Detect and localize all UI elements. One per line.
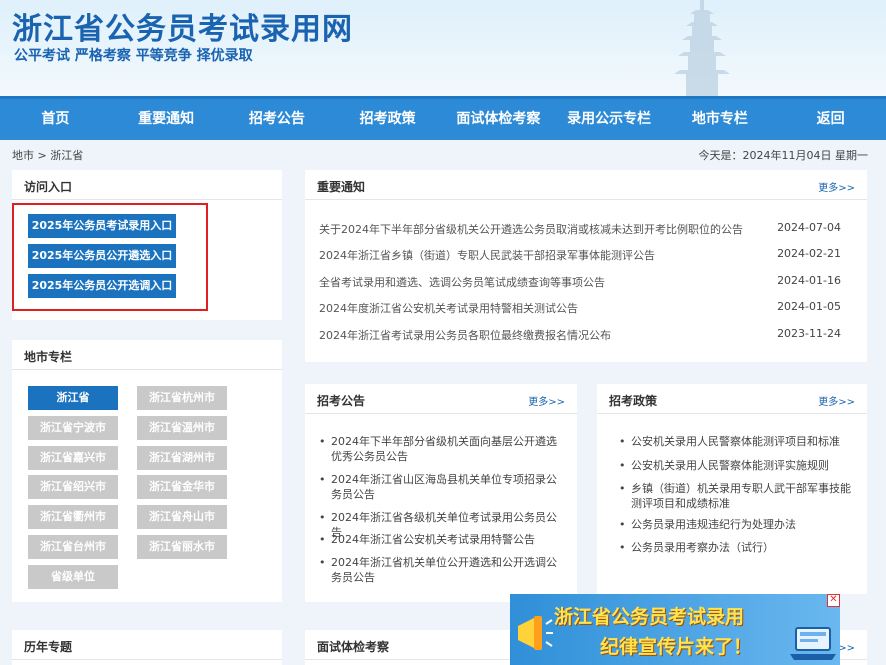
city-btn-zhoushan[interactable]: 浙江省舟山市 bbox=[137, 505, 227, 529]
nav-home[interactable]: 首页 bbox=[0, 99, 111, 140]
site-slogan: 公平考试 严格考察 平等竞争 择优录取 bbox=[14, 48, 253, 64]
notice-row[interactable]: 2024年度浙江省公安机关考试录用特警相关测试公告 2024-01-05 bbox=[319, 300, 841, 316]
notice-row-text: 全省考试录用和遴选、选调公务员笔试成绩查询等事项公告 bbox=[319, 276, 605, 289]
close-icon[interactable]: ✕ bbox=[827, 594, 840, 607]
notice-row[interactable]: 2024年浙江省考试录用公务员各职位最终缴费报名情况公布 2023-11-24 bbox=[319, 327, 841, 343]
policy-panel-title: 招考政策 bbox=[609, 394, 658, 408]
policy-list-item[interactable]: 公务员录用违规违纪行为处理办法 bbox=[619, 517, 859, 532]
notice-panel-title: 重要通知 bbox=[317, 180, 366, 194]
exam-list-item[interactable]: 2024年下半年部分省级机关面向基层公开遴选优秀公务员公告 bbox=[319, 434, 565, 464]
nav-publicity[interactable]: 录用公示专栏 bbox=[554, 99, 665, 140]
access-panel-head: 访问入口 bbox=[12, 170, 282, 200]
laptop-icon bbox=[790, 627, 836, 660]
site-header: 浙江省公务员考试录用网 公平考试 严格考察 平等竞争 择优录取 bbox=[0, 0, 886, 96]
notice-row-date: 2024-07-04 bbox=[777, 221, 841, 234]
nav-notice[interactable]: 重要通知 bbox=[111, 99, 222, 140]
promo-line1: 浙江省公务员考试录用 bbox=[554, 606, 745, 628]
notice-panel: 重要通知 更多>> 关于2024年下半年部分省级机关公开遴选公务员取消或核减未达… bbox=[305, 170, 867, 362]
city-panel-head: 地市专栏 bbox=[12, 340, 282, 370]
city-btn-jiaxing[interactable]: 浙江省嘉兴市 bbox=[28, 446, 118, 470]
access-panel-title: 访问入口 bbox=[24, 180, 73, 194]
nav-exam-announcement[interactable]: 招考公告 bbox=[222, 99, 333, 140]
policy-list-item[interactable]: 公安机关录用人民警察体能测评实施规则 bbox=[619, 458, 859, 473]
breadcrumb: 地市 > 浙江省 bbox=[12, 149, 84, 162]
exam-list-item[interactable]: 2024年浙江省山区海岛县机关单位专项招录公务员公告 bbox=[319, 472, 565, 502]
policy-panel-head: 招考政策 更多>> bbox=[597, 384, 867, 414]
nav-back[interactable]: 返回 bbox=[775, 99, 886, 140]
city-btn-quzhou[interactable]: 浙江省衢州市 bbox=[28, 505, 118, 529]
notice-row-text: 关于2024年下半年部分省级机关公开遴选公务员取消或核减未达到开考比例职位的公告 bbox=[319, 223, 743, 236]
interview-panel-title: 面试体检考察 bbox=[317, 640, 390, 654]
city-btn-zhejiang[interactable]: 浙江省 bbox=[28, 386, 118, 410]
policy-list-item[interactable]: 公安机关录用人民警察体能测评项目和标准 bbox=[619, 434, 859, 449]
city-btn-taizhou[interactable]: 浙江省台州市 bbox=[28, 535, 118, 559]
city-btn-jinhua[interactable]: 浙江省金华市 bbox=[137, 475, 227, 499]
notice-row-date: 2023-11-24 bbox=[777, 327, 841, 340]
history-panel: 历年专题 bbox=[12, 630, 282, 665]
notice-row-date: 2024-01-05 bbox=[777, 300, 841, 313]
history-panel-head: 历年专题 bbox=[12, 630, 282, 660]
pagoda-icon bbox=[674, 0, 730, 96]
policy-more-link[interactable]: 更多>> bbox=[818, 393, 855, 408]
exam-more-link[interactable]: 更多>> bbox=[528, 393, 565, 408]
selection-entry-button[interactable]: 2025年公务员公开遴选入口 bbox=[28, 244, 176, 268]
policy-panel: 招考政策 更多>> 公安机关录用人民警察体能测评项目和标准 公安机关录用人民警察… bbox=[597, 384, 867, 594]
history-panel-title: 历年专题 bbox=[24, 640, 73, 654]
city-btn-shaoxing[interactable]: 浙江省绍兴市 bbox=[28, 475, 118, 499]
city-panel: 地市专栏 bbox=[12, 340, 282, 602]
promo-line2: 纪律宣传片来了！ bbox=[600, 636, 753, 658]
notice-row[interactable]: 关于2024年下半年部分省级机关公开遴选公务员取消或核减未达到开考比例职位的公告… bbox=[319, 221, 841, 237]
crumb-bar: 地市 > 浙江省 今天是：2024年11月04日 星期一 bbox=[0, 144, 886, 164]
city-btn-huzhou[interactable]: 浙江省湖州市 bbox=[137, 446, 227, 470]
exam-list-item[interactable]: 2024年浙江省机关单位公开遴选和公开选调公务员公告 bbox=[319, 555, 565, 585]
policy-list-item[interactable]: 公务员录用考察办法（试行） bbox=[619, 540, 859, 555]
today-date: 今天是：2024年11月04日 星期一 bbox=[698, 149, 868, 162]
promo-banner[interactable]: 浙江省公务员考试录用 纪律宣传片来了！ bbox=[510, 594, 840, 665]
megaphone-icon bbox=[518, 616, 553, 650]
exam-panel-head: 招考公告 更多>> bbox=[305, 384, 577, 414]
city-btn-hangzhou[interactable]: 浙江省杭州市 bbox=[137, 386, 227, 410]
transfer-entry-button[interactable]: 2025年公务员公开选调入口 bbox=[28, 274, 176, 298]
city-panel-title: 地市专栏 bbox=[24, 350, 73, 364]
notice-more-link[interactable]: 更多>> bbox=[818, 179, 855, 194]
nav-policy[interactable]: 招考政策 bbox=[332, 99, 443, 140]
exam-list-item[interactable]: 2024年浙江省公安机关考试录用特警公告 bbox=[319, 532, 565, 547]
city-btn-wenzhou[interactable]: 浙江省温州市 bbox=[137, 416, 227, 440]
notice-row[interactable]: 全省考试录用和遴选、选调公务员笔试成绩查询等事项公告 2024-01-16 bbox=[319, 274, 841, 290]
city-btn-provincial[interactable]: 省级单位 bbox=[28, 565, 118, 589]
city-btn-lishui[interactable]: 浙江省丽水市 bbox=[137, 535, 227, 559]
city-btn-ningbo[interactable]: 浙江省宁波市 bbox=[28, 416, 118, 440]
main-nav: 首页 重要通知 招考公告 招考政策 面试体检考察 录用公示专栏 地市专栏 返回 bbox=[0, 96, 886, 140]
notice-panel-head: 重要通知 更多>> bbox=[305, 170, 867, 200]
nav-interview[interactable]: 面试体检考察 bbox=[443, 99, 554, 140]
notice-row-date: 2024-01-16 bbox=[777, 274, 841, 287]
notice-row-text: 2024年浙江省考试录用公务员各职位最终缴费报名情况公布 bbox=[319, 329, 611, 342]
policy-list-item[interactable]: 乡镇（街道）机关录用专职人武干部军事技能测评项目和成绩标准 bbox=[619, 481, 859, 511]
exam-entry-button[interactable]: 2025年公务员考试录用入口 bbox=[28, 214, 176, 238]
notice-row-date: 2024-02-21 bbox=[777, 247, 841, 260]
nav-city[interactable]: 地市专栏 bbox=[665, 99, 776, 140]
notice-row-text: 2024年度浙江省公安机关考试录用特警相关测试公告 bbox=[319, 302, 578, 315]
notice-row-text: 2024年浙江省乡镇（街道）专职人民武装干部招录军事体能测评公告 bbox=[319, 249, 655, 262]
exam-panel-title: 招考公告 bbox=[317, 394, 366, 408]
exam-panel: 招考公告 更多>> 2024年下半年部分省级机关面向基层公开遴选优秀公务员公告 … bbox=[305, 384, 577, 602]
site-title: 浙江省公务员考试录用网 bbox=[12, 12, 353, 47]
notice-row[interactable]: 2024年浙江省乡镇（街道）专职人民武装干部招录军事体能测评公告 2024-02… bbox=[319, 247, 841, 263]
